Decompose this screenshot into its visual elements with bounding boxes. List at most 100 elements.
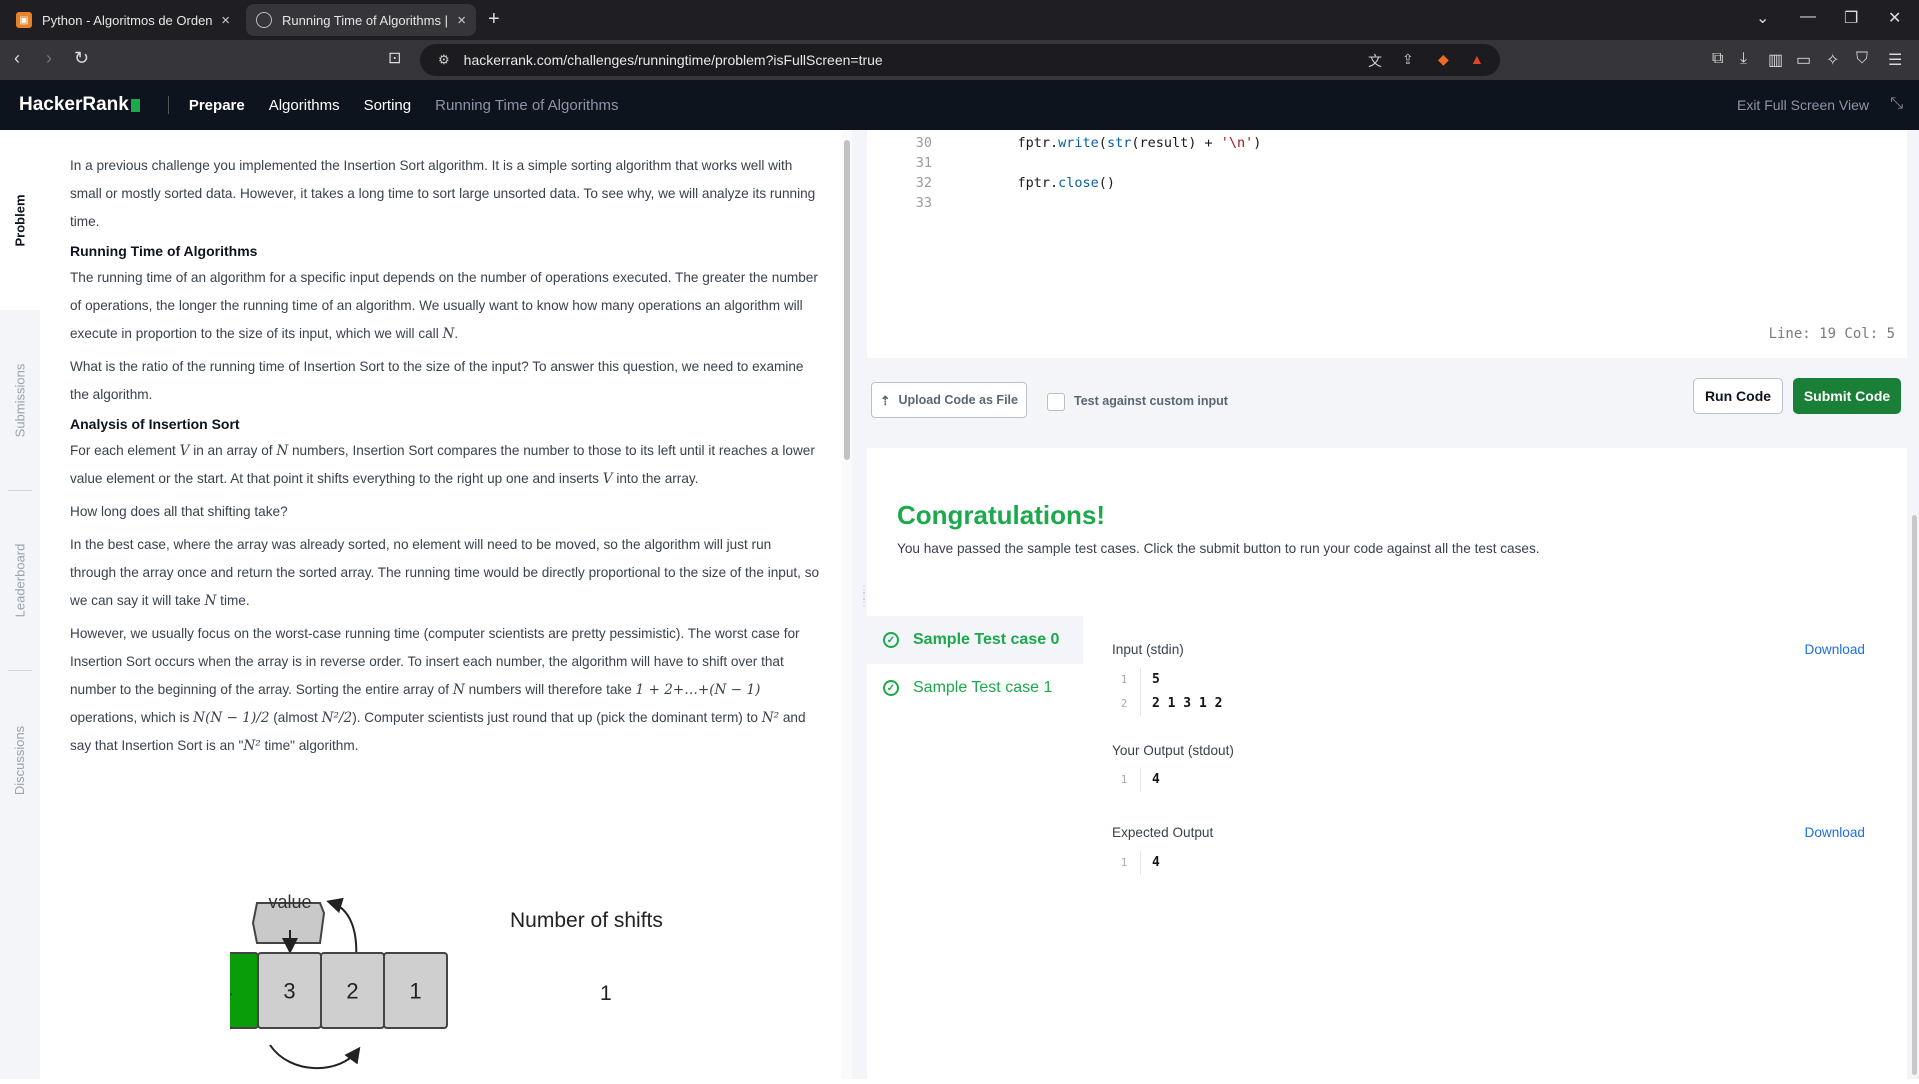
shifting-question: How long does all that shifting take? <box>70 504 288 519</box>
heading-running-time: Running Time of Algorithms <box>70 243 258 259</box>
tab-submissions[interactable]: Submissions <box>0 330 40 470</box>
submit-code-button[interactable]: Submit Code <box>1793 378 1901 414</box>
problem-scrollbar[interactable] <box>842 130 852 1079</box>
pick-arrow <box>326 897 358 961</box>
hackerrank-logo[interactable]: HackerRank <box>19 94 140 116</box>
right-scrollbar[interactable] <box>1909 130 1919 1079</box>
wallet-icon[interactable]: ▭ <box>1796 50 1811 70</box>
download-expected-link[interactable]: Download <box>1805 825 1865 840</box>
text-run: in an array of <box>193 443 273 458</box>
brave-shield-icon[interactable]: ◆ <box>1438 51 1449 68</box>
array-cell-value: 1 <box>409 979 421 1004</box>
exit-full-screen-link[interactable]: Exit Full Screen View <box>1737 97 1869 113</box>
upload-code-button[interactable]: ⇡ Upload Code as File <box>871 382 1027 418</box>
insertion-sort-diagram: value 4 3 2 1 Number of shifts 1 <box>194 870 750 1079</box>
forward-icon[interactable]: › <box>46 48 52 69</box>
check-icon: ✓ <box>883 632 899 648</box>
custom-input-label[interactable]: Test against custom input <box>1074 394 1228 408</box>
intro-paragraph: In a previous challenge you implemented … <box>70 158 816 229</box>
math-expr: N(N − 1)/2 <box>193 710 270 726</box>
diagram-svg: value 4 3 2 1 Number of shifts 1 <box>194 892 663 1070</box>
test-case-label: Sample Test case 1 <box>913 679 1053 696</box>
collapse-icon[interactable]: ⤡ <box>1890 95 1903 113</box>
code-editor[interactable]: 30 fptr.write(str(result) + '\n') 31 32 … <box>867 130 1907 358</box>
io-line: 2 2 1 3 1 2 <box>1112 696 1512 716</box>
new-tab-button[interactable]: + <box>488 8 500 31</box>
translate-icon[interactable]: 文 <box>1368 51 1382 71</box>
line-number: 31 <box>915 155 932 171</box>
close-window-icon[interactable]: ✕ <box>1888 8 1901 28</box>
math-n-squared: N² <box>761 710 780 726</box>
brave-rewards-icon[interactable]: ▲ <box>1470 51 1484 67</box>
browser-toolbar: ‹ › ↻ ⊡ ⚙ hackerrank.com/challenges/runn… <box>0 40 1919 80</box>
sidebar-icon[interactable]: ▥ <box>1768 50 1783 70</box>
text-run: operations, which is <box>70 710 190 725</box>
tab-problem[interactable]: Problem <box>0 130 40 310</box>
math-n: N <box>276 443 289 459</box>
vpn-icon[interactable]: ⛉ <box>1856 50 1868 68</box>
presentation-icon: ▣ <box>16 12 32 28</box>
text-run: numbers will therefore take <box>468 682 632 697</box>
each-element-paragraph: For each element V in an array of N numb… <box>70 437 820 493</box>
line-number: 2 <box>1120 697 1128 710</box>
heading-analysis: Analysis of Insertion Sort <box>70 416 240 432</box>
breadcrumb-prepare[interactable]: Prepare <box>189 97 245 114</box>
pass-message: You have passed the sample test cases. C… <box>897 541 1540 556</box>
io-value: 2 1 3 1 2 <box>1152 696 1223 711</box>
share-icon[interactable]: ⇪ <box>1402 51 1414 68</box>
reload-icon[interactable]: ↻ <box>74 48 89 69</box>
running-time-paragraph: The running time of an algorithm for a s… <box>70 264 820 348</box>
drag-handle-icon[interactable]: ⋮ ⋮ ⋮ <box>859 586 869 608</box>
download-input-link[interactable]: Download <box>1805 642 1865 657</box>
shift-arrow <box>269 1044 361 1070</box>
site-settings-icon[interactable]: ⚙ <box>438 52 450 68</box>
scroll-thumb[interactable] <box>1912 515 1917 1075</box>
tab-label: Discussions <box>12 725 28 795</box>
test-case-0[interactable]: ✓ Sample Test case 0 <box>867 616 1083 664</box>
extensions-icon[interactable]: ⧉ <box>1712 50 1723 68</box>
close-tab-icon[interactable]: × <box>457 12 466 29</box>
code-line: 33 <box>867 193 932 213</box>
back-icon[interactable]: ‹ <box>14 48 20 69</box>
test-case-label: Sample Test case 0 <box>913 631 1060 648</box>
code-token: str <box>1106 135 1132 151</box>
address-bar[interactable]: ⚙ hackerrank.com/challenges/runningtime/… <box>420 44 1500 76</box>
code-line: 31 <box>867 153 932 173</box>
test-case-1[interactable]: ✓ Sample Test case 1 <box>867 664 1083 712</box>
line-number: 1 <box>1120 856 1128 869</box>
line-number: 33 <box>915 195 932 211</box>
breadcrumb-sorting[interactable]: Sorting <box>364 97 412 114</box>
text-run: For each element <box>70 443 176 458</box>
bookmark-icon[interactable]: ⊡ <box>388 48 401 68</box>
text-run: into the array. <box>616 471 699 486</box>
io-value: 5 <box>1152 672 1160 687</box>
tab-search-chevron-icon[interactable]: ⌄ <box>1756 8 1769 28</box>
leo-ai-icon[interactable]: ✧ <box>1826 50 1839 70</box>
browser-tab-1[interactable]: ▣ Python - Algoritmos de Ordena × <box>6 4 240 36</box>
tab-discussions[interactable]: Discussions <box>0 690 40 830</box>
tab-label: Leaderboard <box>12 543 28 617</box>
browser-tab-2[interactable]: Running Time of Algorithms | H × <box>246 4 476 36</box>
code-token: '\n' <box>1220 135 1254 151</box>
tab-divider <box>8 670 32 671</box>
scroll-thumb[interactable] <box>844 140 850 460</box>
math-expr: N²/2 <box>321 710 353 726</box>
custom-input-checkbox[interactable] <box>1047 393 1065 411</box>
restore-icon[interactable]: ❐ <box>1844 8 1858 28</box>
best-case-paragraph: In the best case, where the array was al… <box>70 531 820 615</box>
breadcrumb-algorithms[interactable]: Algorithms <box>269 97 340 114</box>
header-divider <box>167 96 169 114</box>
run-code-button[interactable]: Run Code <box>1693 378 1783 414</box>
io-line: 15 <box>1112 672 1512 692</box>
code-line: 30 fptr.write(str(result) + '\n') <box>867 133 1262 153</box>
array-cell <box>194 952 259 1029</box>
menu-icon[interactable]: ☰ <box>1888 50 1902 70</box>
tab-title: Running Time of Algorithms | H <box>282 12 450 28</box>
tab-leaderboard[interactable]: Leaderboard <box>0 510 40 650</box>
input-label: Input (stdin) <box>1112 642 1184 657</box>
text-run: ). Computer scientists just round that u… <box>352 710 758 725</box>
download-icon[interactable]: ⤓ <box>1740 50 1747 68</box>
code-token: write <box>1058 135 1099 151</box>
close-tab-icon[interactable]: × <box>221 12 230 29</box>
minimize-icon[interactable]: — <box>1800 8 1816 26</box>
